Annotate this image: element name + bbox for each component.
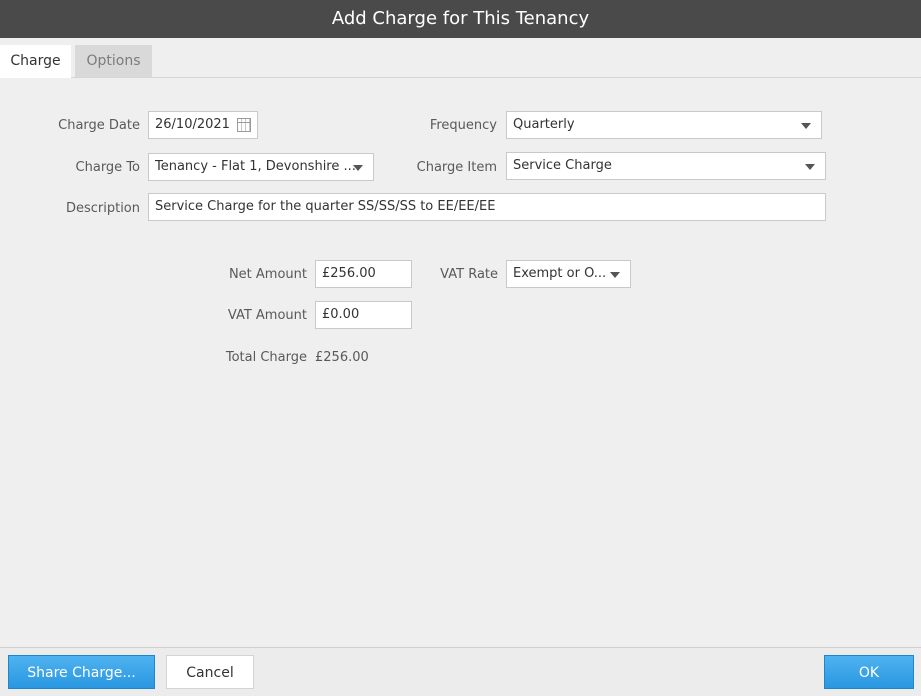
- charge-to-select[interactable]: Tenancy - Flat 1, Devonshire ...: [148, 153, 374, 181]
- charge-date-value: 26/10/2021: [155, 117, 230, 132]
- chevron-down-icon: [353, 165, 363, 171]
- charge-to-value: Tenancy - Flat 1, Devonshire ...: [155, 159, 356, 174]
- vat-amount-label: VAT Amount: [227, 308, 307, 323]
- total-charge-value: £256.00: [315, 350, 369, 365]
- vat-rate-label: VAT Rate: [440, 267, 498, 282]
- charge-item-select[interactable]: Service Charge: [506, 152, 826, 180]
- share-charge-button[interactable]: Share Charge...: [8, 655, 155, 689]
- total-charge-label: Total Charge: [225, 350, 307, 365]
- tab-bar: Charge Options: [0, 38, 921, 78]
- frequency-value: Quarterly: [513, 117, 575, 132]
- ok-button[interactable]: OK: [824, 655, 914, 689]
- chevron-down-icon: [805, 164, 815, 170]
- description-input[interactable]: Service Charge for the quarter SS/SS/SS …: [148, 193, 826, 221]
- net-amount-input[interactable]: £256.00: [315, 260, 412, 288]
- chevron-down-icon: [801, 123, 811, 129]
- calendar-icon[interactable]: [237, 118, 251, 132]
- charge-date-field[interactable]: 26/10/2021: [148, 111, 258, 139]
- vat-amount-input[interactable]: £0.00: [315, 301, 412, 329]
- charge-item-value: Service Charge: [513, 158, 612, 173]
- dialog-footer: Share Charge... Cancel OK: [0, 647, 921, 696]
- vat-rate-value: Exempt or O...: [513, 266, 607, 281]
- charge-date-label: Charge Date: [58, 118, 140, 133]
- vat-rate-select[interactable]: Exempt or O...: [506, 260, 631, 288]
- chevron-down-icon: [610, 272, 620, 278]
- cancel-button[interactable]: Cancel: [166, 655, 254, 689]
- frequency-select[interactable]: Quarterly: [506, 111, 822, 139]
- net-amount-label: Net Amount: [228, 267, 307, 282]
- description-label: Description: [65, 201, 140, 216]
- tab-options[interactable]: Options: [75, 45, 152, 77]
- frequency-label: Frequency: [429, 118, 497, 133]
- tab-divider: [0, 77, 921, 78]
- charge-to-label: Charge To: [75, 160, 140, 175]
- charge-item-label: Charge Item: [416, 160, 497, 175]
- tab-charge[interactable]: Charge: [0, 45, 71, 78]
- dialog-title: Add Charge for This Tenancy: [0, 0, 921, 38]
